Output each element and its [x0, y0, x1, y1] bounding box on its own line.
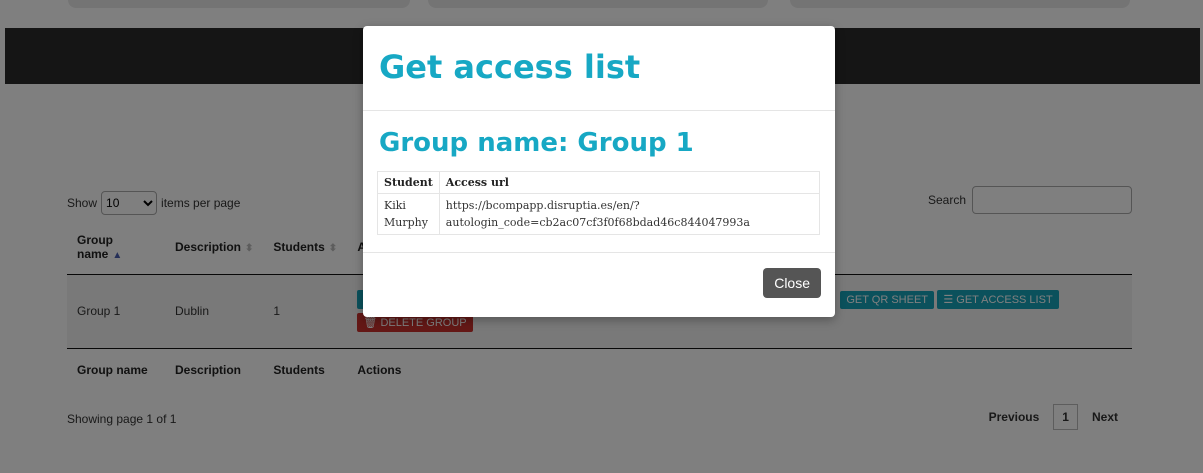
- modal-header: Get access list: [363, 26, 835, 111]
- group-name-heading: Group name: Group 1: [379, 128, 694, 158]
- access-list-modal: Get access list Group name: Group 1 Stud…: [363, 26, 835, 317]
- modal-title: Get access list: [379, 48, 641, 86]
- close-button[interactable]: Close: [763, 268, 821, 298]
- access-header-row: Student Access url: [377, 171, 821, 194]
- access-row: Kiki Murphy https://bcompapp.disruptia.es…: [377, 193, 821, 235]
- access-table: Student Access url Kiki Murphy https://bc…: [377, 171, 821, 235]
- cell-student: Kiki Murphy: [377, 193, 440, 235]
- cell-access-url[interactable]: https://bcompapp.disruptia.es/en/? autolo…: [438, 193, 821, 235]
- column-student: Student: [377, 171, 440, 194]
- modal-footer-divider: [363, 252, 835, 253]
- column-access-url: Access url: [438, 171, 821, 194]
